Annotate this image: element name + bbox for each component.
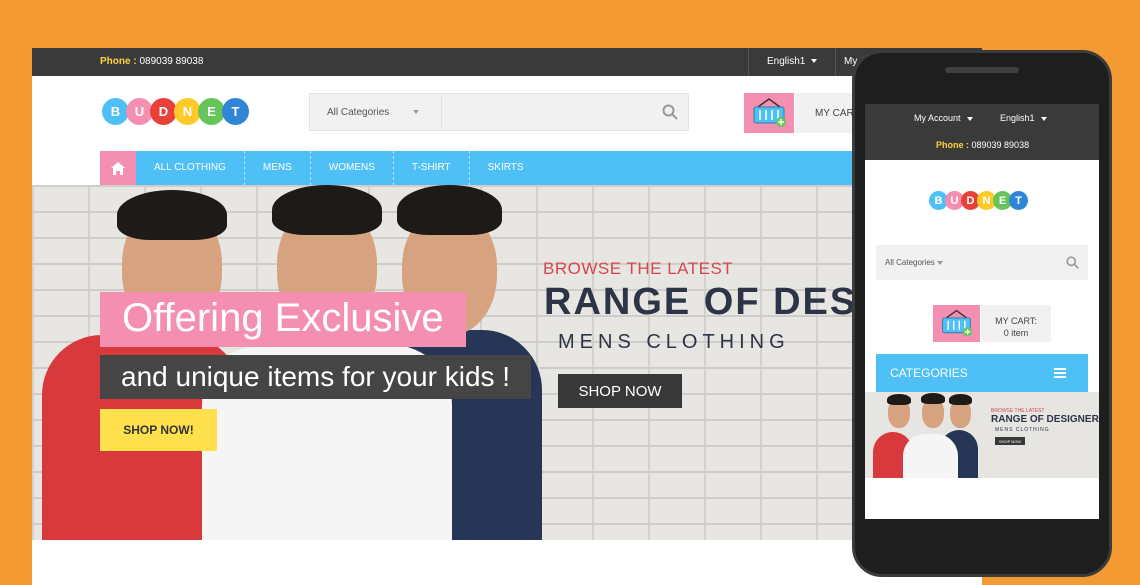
banner-headline: Offering Exclusive (100, 292, 466, 347)
mobile-hero-banner: BROWSE THE LATEST RANGE OF DESIGNER MENS… (865, 392, 1099, 478)
mobile-account-dropdown[interactable]: My Account (914, 113, 973, 123)
desktop-site: Phone : 089039 89038 English1 My Account… (32, 48, 982, 585)
logo-letter: U (126, 98, 153, 125)
header: B U D N E T All Categories MY CART: (32, 76, 982, 151)
category-select-label: All Categories (327, 107, 390, 118)
hero-banner: Offering Exclusive and unique items for … (32, 185, 982, 540)
nav-item-mens[interactable]: MENS (245, 151, 311, 185)
search-icon[interactable] (662, 104, 678, 120)
language-label: English1 (767, 56, 806, 67)
chevron-down-icon (811, 59, 818, 64)
mobile-budnet-logo[interactable]: B U D N E T (929, 191, 1028, 210)
logo-letter: B (102, 98, 129, 125)
phone-speaker (945, 67, 1019, 73)
home-icon (111, 161, 125, 175)
basket-icon (942, 309, 973, 337)
banner-mens-text: MENS CLOTHING (558, 331, 790, 353)
chevron-down-icon (936, 260, 943, 265)
nav-item-womens[interactable]: WOMENS (311, 151, 394, 185)
mobile-categories-bar[interactable]: CATEGORIES (876, 354, 1088, 392)
mobile-banner-mens: MENS CLOTHING (995, 427, 1050, 433)
mobile-screen: My Account English1 Phone : 089039 89038… (865, 104, 1099, 519)
top-bar: Phone : 089039 89038 English1 My Account (32, 48, 982, 76)
menu-icon[interactable] (1054, 368, 1066, 378)
mobile-cart-count: 0 item (1003, 328, 1029, 338)
nav-item-t-shirt[interactable]: T-SHIRT (394, 151, 470, 185)
mobile-cart-title: MY CART: (995, 316, 1037, 326)
mobile-banner-shop-button[interactable]: SHOP NOW (995, 437, 1025, 445)
mobile-cart-label[interactable]: MY CART: 0 item (981, 305, 1051, 342)
phone-mockup: My Account English1 Phone : 089039 89038… (852, 50, 1112, 577)
logo-letter: T (1009, 191, 1028, 210)
chevron-down-icon (413, 110, 420, 115)
mobile-phone-number: 089039 89038 (971, 140, 1030, 150)
nav-item-all-clothing[interactable]: ALL CLOTHING (136, 151, 245, 185)
mobile-language-dropdown[interactable]: English1 (1000, 113, 1047, 123)
logo-letter: E (198, 98, 225, 125)
mobile-banner-range: RANGE OF DESIGNER (991, 414, 1099, 425)
banner-browse-text: BROWSE THE LATEST (543, 259, 734, 278)
cart-button[interactable] (744, 93, 794, 133)
shop-now-button[interactable]: SHOP NOW! (100, 409, 217, 451)
category-select[interactable]: All Categories (310, 94, 442, 130)
phone-number: 089039 89038 (139, 56, 204, 67)
mobile-phone-label: Phone : (936, 140, 969, 150)
chevron-down-icon (966, 116, 973, 121)
home-button[interactable] (100, 151, 136, 185)
mobile-phone-info: Phone : 089039 89038 (936, 140, 1029, 150)
basket-icon (753, 98, 786, 127)
language-dropdown[interactable]: English1 (748, 48, 837, 76)
banner-shop-button[interactable]: SHOP NOW (558, 374, 682, 408)
logo-letter: T (222, 98, 249, 125)
mobile-language-label: English1 (1000, 113, 1035, 123)
phone-info: Phone : 089039 89038 (100, 56, 203, 67)
banner-subline: and unique items for your kids ! (100, 355, 532, 399)
search-icon[interactable] (1066, 256, 1079, 269)
logo-letter: N (174, 98, 201, 125)
mobile-search-bar[interactable]: All Categories (876, 245, 1088, 280)
mobile-category-select[interactable]: All Categories (885, 258, 935, 267)
mobile-account-label: My Account (914, 113, 961, 123)
chevron-down-icon (1040, 116, 1047, 121)
mobile-cart-button[interactable] (933, 305, 980, 342)
search-bar[interactable]: All Categories (309, 93, 689, 131)
phone-label: Phone : (100, 56, 137, 67)
mobile-top-bar: My Account English1 Phone : 089039 89038 (865, 104, 1099, 160)
logo-letter: D (150, 98, 177, 125)
main-nav: ALL CLOTHING MENS WOMENS T-SHIRT SKIRTS (100, 151, 920, 185)
nav-item-skirts[interactable]: SKIRTS (470, 151, 542, 185)
mobile-categories-label: CATEGORIES (890, 366, 968, 380)
budnet-logo[interactable]: B U D N E T (102, 98, 249, 125)
